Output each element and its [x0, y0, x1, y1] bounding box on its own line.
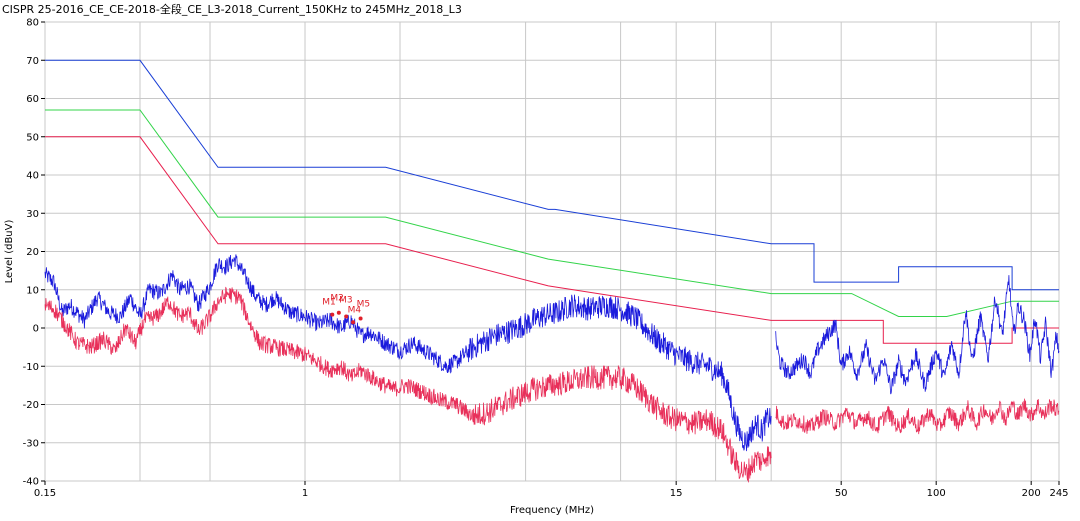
y-tick-label: -30	[23, 438, 39, 449]
y-tick-label: -40	[23, 477, 39, 488]
x-tick-label: 0.15	[34, 488, 56, 499]
y-tick-label: 40	[26, 171, 39, 182]
y-tick-label: 60	[26, 94, 39, 105]
marker-point	[358, 316, 363, 321]
y-tick-label: 30	[26, 209, 39, 220]
y-tick-label: 70	[26, 56, 39, 67]
y-tick-label: 20	[26, 247, 39, 258]
y-tick-label: -20	[23, 400, 39, 411]
y-tick-label: 50	[26, 132, 39, 143]
y-tick-label: -10	[23, 362, 39, 373]
x-tick-label: 245	[1049, 488, 1068, 499]
marker-label: M5	[357, 299, 371, 309]
x-tick-label: 200	[1022, 488, 1041, 499]
x-tick-label: 15	[670, 488, 683, 499]
y-axis-title: Level (dBuV)	[4, 220, 15, 284]
y-tick-label: 80	[26, 18, 39, 29]
emc-spectrum-chart: M1M2M3M4M5 -40-30-20-1001020304050607080…	[4, 18, 1069, 517]
x-axis-title: Frequency (MHz)	[510, 505, 594, 516]
y-tick-label: 10	[26, 285, 39, 296]
marker-point	[351, 320, 356, 325]
marker-label: M3	[339, 296, 353, 306]
marker-point	[330, 312, 335, 317]
x-tick-label: 100	[927, 488, 946, 499]
y-tick-label: 0	[33, 324, 39, 335]
x-tick-label: 50	[835, 488, 848, 499]
marker-point	[336, 310, 341, 315]
x-tick-label: 1	[302, 488, 308, 499]
